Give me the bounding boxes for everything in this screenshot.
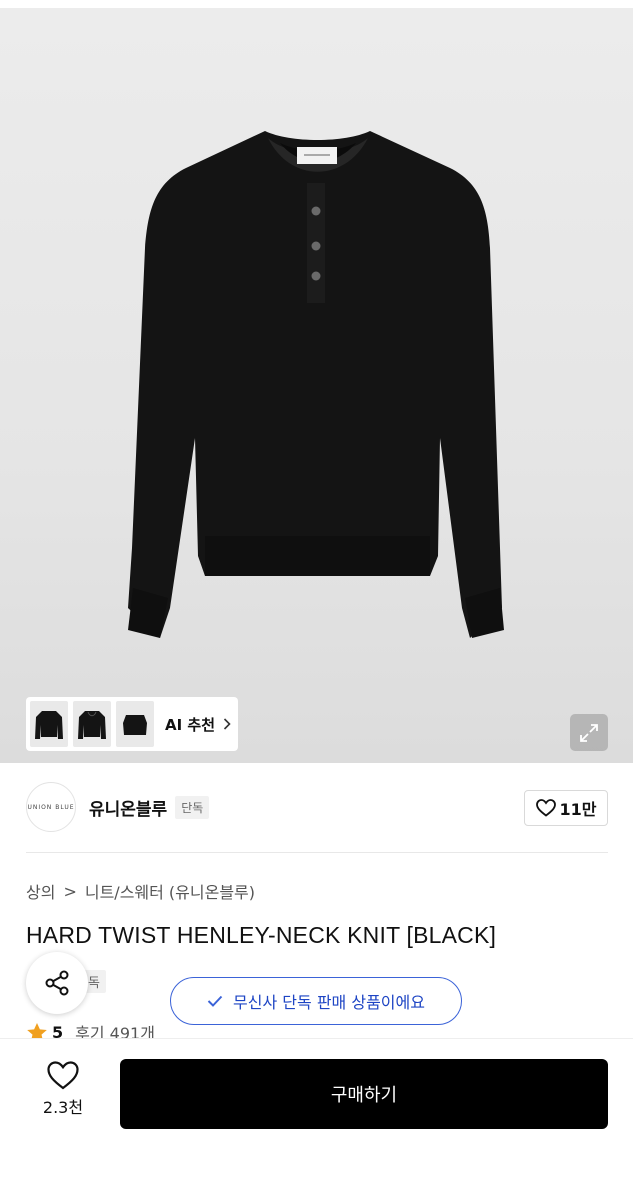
sweater-image bbox=[128, 131, 504, 638]
thumbnail-strip: AI 추천 bbox=[26, 697, 238, 751]
wishlist-count: 2.3천 bbox=[42, 1098, 84, 1117]
toast-message: 무신사 단독 판매 상품이에요 bbox=[233, 993, 425, 1012]
brand-logo[interactable]: UNION BLUE bbox=[26, 782, 76, 832]
ai-recommend-label: AI 추천 bbox=[165, 715, 216, 734]
breadcrumb-separator: > bbox=[63, 881, 77, 901]
check-icon bbox=[207, 995, 223, 1007]
share-icon bbox=[45, 970, 69, 996]
brand-logo-text: UNION BLUE bbox=[27, 803, 75, 811]
breadcrumb-subcategory[interactable]: 니트/스웨터 (유니온블루) bbox=[85, 879, 255, 903]
ai-recommend-button[interactable]: AI 추천 bbox=[165, 714, 231, 735]
heart-icon bbox=[535, 799, 556, 817]
brand-like-button[interactable]: 11만 bbox=[524, 790, 608, 826]
breadcrumb: 상의 > 니트/스웨터 (유니온블루) bbox=[26, 879, 255, 903]
breadcrumb-category[interactable]: 상의 bbox=[26, 879, 55, 903]
share-button[interactable] bbox=[26, 952, 88, 1014]
divider bbox=[26, 852, 608, 853]
heart-icon bbox=[47, 1061, 79, 1090]
exclusive-toast: 무신사 단독 판매 상품이에요 bbox=[170, 977, 462, 1025]
brand-row: UNION BLUE 유니온블루 단독 11만 bbox=[26, 782, 608, 832]
expand-button[interactable] bbox=[570, 714, 608, 751]
brand-name[interactable]: 유니온블루 bbox=[89, 795, 167, 820]
product-image[interactable]: AI 추천 bbox=[0, 8, 633, 763]
bottom-action-bar: 2.3천 구매하기 bbox=[0, 1038, 633, 1200]
buy-button[interactable]: 구매하기 bbox=[120, 1059, 608, 1129]
thumbnail[interactable] bbox=[116, 701, 154, 747]
chevron-right-icon bbox=[223, 718, 231, 730]
wishlist-button[interactable]: 2.3천 bbox=[30, 1061, 96, 1118]
product-title: HARD TWIST HENLEY-NECK KNIT [BLACK] bbox=[26, 922, 497, 948]
brand-like-count: 11만 bbox=[559, 800, 597, 819]
thumbnail[interactable] bbox=[30, 701, 68, 747]
thumbnail[interactable] bbox=[73, 701, 111, 747]
exclusive-badge: 단독 bbox=[175, 795, 210, 819]
status-strip bbox=[0, 0, 633, 8]
expand-icon bbox=[580, 723, 598, 742]
